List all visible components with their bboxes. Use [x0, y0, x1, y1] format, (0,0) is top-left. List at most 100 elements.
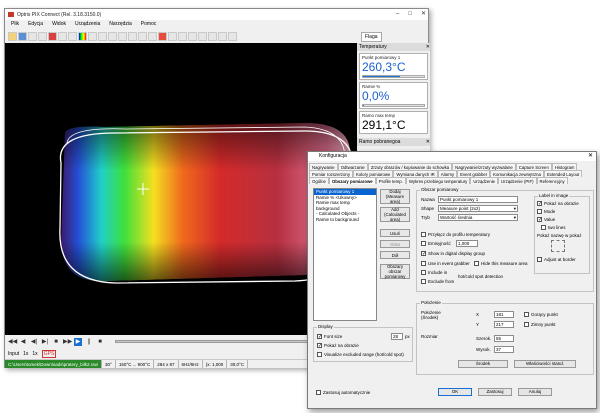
- menu-edycja[interactable]: Edycja: [28, 20, 43, 29]
- two-lines-checkbox[interactable]: [541, 225, 546, 230]
- rectangle-icon[interactable]: [108, 31, 117, 41]
- tab-referencyjny[interactable]: Referencyjny: [536, 177, 568, 184]
- close-icon[interactable]: ✕: [421, 9, 426, 20]
- tab-urzadzenie-pif[interactable]: Urządzenie (PIF): [498, 177, 537, 184]
- palette-icon[interactable]: [78, 31, 87, 41]
- record-icon[interactable]: [48, 31, 57, 41]
- stop-icon[interactable]: ■: [96, 338, 104, 346]
- cancel-button[interactable]: Anuluj: [518, 388, 552, 396]
- font-size-field[interactable]: 28: [391, 333, 403, 340]
- camera-icon[interactable]: [58, 31, 67, 41]
- include-checkbox[interactable]: [421, 270, 426, 275]
- tab-nagrywanie-wyzwalane[interactable]: Nagrywanie/zrzuty wyzwalane: [452, 163, 516, 170]
- play-icon[interactable]: ▶: [74, 338, 82, 346]
- add-calculated-area-button[interactable]: Add (Calculated area): [380, 207, 410, 222]
- tab-capture-screen[interactable]: Capture Screen: [515, 163, 552, 170]
- menu-plik[interactable]: Plik: [11, 20, 19, 29]
- tab-urzadzenie[interactable]: Urządzenie: [470, 177, 499, 184]
- rewind-icon[interactable]: ◀◀: [8, 338, 17, 346]
- tab-kolory[interactable]: Kolory pomiarowe: [352, 170, 394, 177]
- frame-back-icon[interactable]: ◀|: [30, 338, 38, 346]
- line-icon[interactable]: [128, 31, 137, 41]
- name-field[interactable]: Punkt pomiarowy 1: [438, 196, 518, 203]
- open-icon[interactable]: [8, 31, 17, 41]
- tab-odtwarzanie[interactable]: Odtwarzanie: [337, 163, 368, 170]
- play-icon[interactable]: [28, 31, 37, 41]
- thermal-image-view[interactable]: [5, 43, 357, 335]
- histogram-icon[interactable]: [148, 31, 157, 41]
- visualize-excluded-checkbox[interactable]: [317, 352, 322, 357]
- menu-narzedzia[interactable]: Narzędzia: [109, 20, 132, 29]
- remove-button[interactable]: Usuń: [380, 229, 410, 237]
- tab-histogram[interactable]: Histogram: [551, 163, 578, 170]
- multiple-areas-button[interactable]: Obszary obszar pomiarowy: [380, 264, 410, 279]
- font-size-checkbox[interactable]: ✓: [317, 334, 322, 340]
- tab-pomiar-rozszerzony[interactable]: Pomiar rozszerzony: [309, 170, 353, 177]
- frame-forward-icon[interactable]: ▶|: [41, 338, 49, 346]
- move-up-button[interactable]: Góra: [380, 240, 410, 248]
- tab-alarmy[interactable]: Alarmy: [437, 170, 458, 177]
- fast-forward-icon[interactable]: ▶▶: [63, 338, 72, 346]
- tab-ogolne[interactable]: Ogólne: [309, 177, 329, 184]
- input-label[interactable]: Input: [8, 351, 19, 357]
- tab-obszary-pomiarowe[interactable]: Obszary pomiarowe: [328, 177, 376, 184]
- tab-event-grabber[interactable]: Event grabber: [457, 170, 491, 177]
- ok-button[interactable]: OK: [438, 388, 472, 396]
- minimize-icon[interactable]: –: [396, 9, 399, 20]
- label-position-picker[interactable]: [551, 240, 565, 252]
- speed-label[interactable]: 1x: [32, 351, 37, 357]
- print-icon[interactable]: [218, 31, 227, 41]
- mode-checkbox[interactable]: [537, 209, 542, 214]
- menu-pomoc[interactable]: Pomoc: [141, 20, 157, 29]
- flag-tab[interactable]: Flaga: [361, 32, 382, 42]
- stop-icon[interactable]: [38, 31, 47, 41]
- step-back-icon[interactable]: ◀: [19, 338, 27, 346]
- move-down-button[interactable]: Dół: [380, 251, 410, 259]
- shape-select[interactable]: Measure point (2x2) ▾: [438, 205, 518, 212]
- measure-icon[interactable]: [98, 31, 107, 41]
- height-field[interactable]: 37: [494, 346, 514, 353]
- zoom-icon[interactable]: [88, 31, 97, 41]
- object-list[interactable]: Punkt pomiarowy 1 Ramie % <Ukowny> Ramie…: [313, 188, 377, 321]
- auto-apply-checkbox[interactable]: [316, 390, 321, 395]
- maximize-icon[interactable]: □: [408, 9, 412, 20]
- close-icon[interactable]: ✕: [588, 152, 593, 161]
- add-measure-area-button[interactable]: Dodaj (Measure area): [380, 189, 410, 204]
- menu-widok[interactable]: Widok: [52, 20, 66, 29]
- list-item[interactable]: Ramie to background: [314, 217, 376, 223]
- export-icon[interactable]: [208, 31, 217, 41]
- tools-icon[interactable]: [198, 31, 207, 41]
- cold-spot-checkbox[interactable]: [524, 322, 529, 327]
- hot-spot-checkbox[interactable]: [524, 312, 529, 317]
- value-checkbox[interactable]: ✓: [537, 217, 542, 223]
- gps-label[interactable]: GPS: [41, 350, 57, 358]
- stop-icon[interactable]: ■: [52, 338, 60, 346]
- graph-icon[interactable]: [138, 31, 147, 41]
- apply-button[interactable]: Zastosuj: [478, 388, 512, 396]
- close-icon[interactable]: ✕: [426, 43, 430, 51]
- mode-select[interactable]: Wartość średnia ▾: [438, 214, 518, 221]
- tab-nagrywanie[interactable]: Nagrywanie: [309, 163, 338, 170]
- tab-extended-layout[interactable]: Extended Layout: [543, 170, 583, 177]
- exclude-checkbox[interactable]: [421, 279, 426, 284]
- y-field[interactable]: 217: [494, 321, 514, 328]
- emissivity-field[interactable]: 1,000: [456, 240, 478, 247]
- center-button[interactable]: Środek: [458, 360, 508, 368]
- alarm-icon[interactable]: [158, 31, 167, 41]
- snapshot-icon[interactable]: [68, 31, 77, 41]
- show-on-image-checkbox[interactable]: ✓: [537, 201, 542, 207]
- tab-zrzuty[interactable]: Zrzuty obrazów / kopiowanie do schowka: [367, 163, 453, 170]
- x-field[interactable]: 181: [494, 311, 514, 318]
- width-field[interactable]: 55: [494, 335, 514, 342]
- digital-display-checkbox[interactable]: ✓: [421, 251, 426, 257]
- close-icon[interactable]: ✕: [426, 138, 430, 146]
- tab-wymiana[interactable]: Wymiana danych IR: [393, 170, 438, 177]
- save-icon[interactable]: [18, 31, 27, 41]
- menu-urzadzenia[interactable]: Urządzenia: [75, 20, 100, 29]
- hide-area-checkbox[interactable]: [474, 261, 479, 266]
- info-icon[interactable]: [228, 31, 237, 41]
- show-on-image-display-checkbox[interactable]: ✓: [317, 343, 322, 349]
- speed-label[interactable]: 1x: [23, 351, 28, 357]
- layout-icon[interactable]: [178, 31, 187, 41]
- attach-profile-checkbox[interactable]: [421, 232, 426, 237]
